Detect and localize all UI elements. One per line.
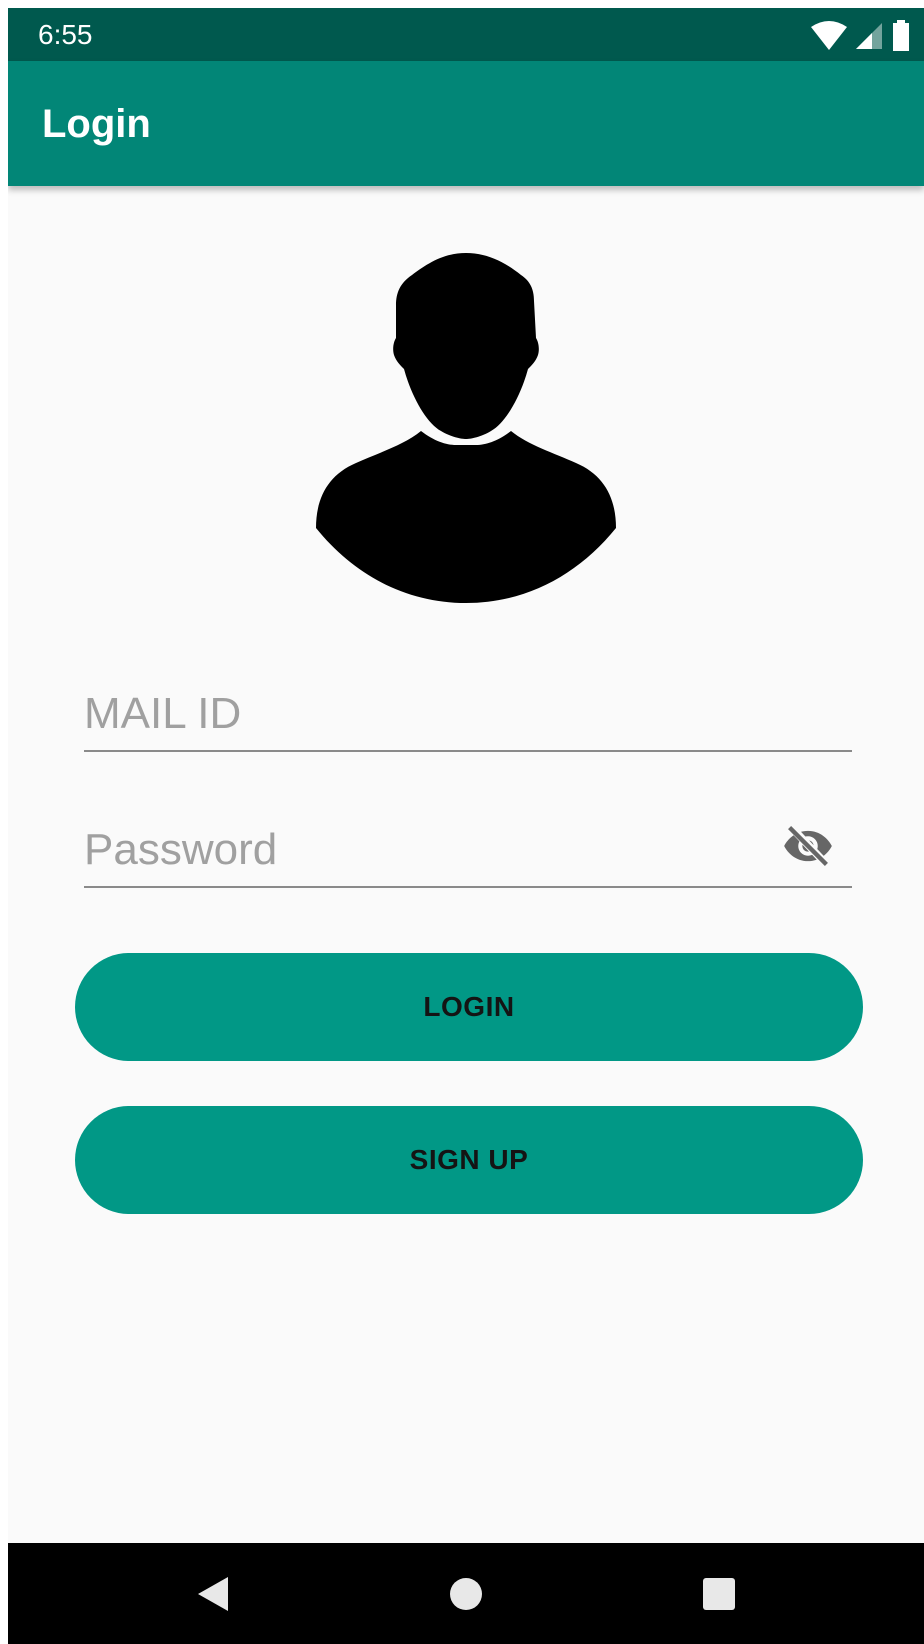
status-bar: 6:55 [8, 8, 924, 61]
page-title: Login [42, 102, 151, 146]
login-button[interactable]: LOGIN [75, 953, 863, 1061]
status-icons [810, 18, 912, 54]
password-field[interactable] [84, 806, 852, 888]
status-time: 6:55 [38, 19, 93, 50]
home-icon[interactable] [441, 1569, 491, 1619]
wifi-icon [811, 21, 847, 50]
mail-id-input[interactable] [84, 686, 764, 742]
visibility-off-icon[interactable] [782, 820, 834, 872]
cellular-signal-icon [856, 23, 882, 49]
recents-icon[interactable] [694, 1569, 744, 1619]
password-input[interactable] [84, 822, 764, 878]
sign-up-button[interactable]: SIGN UP [75, 1106, 863, 1214]
battery-icon [893, 20, 909, 51]
navigation-bar [8, 1543, 924, 1644]
device-screen: 6:55 Login MAIL ID LOGIN SIGN UP [8, 8, 924, 1644]
back-icon[interactable] [188, 1569, 238, 1619]
mail-id-field[interactable] [84, 670, 852, 752]
person-silhouette-icon [316, 253, 616, 603]
app-bar: Login [8, 61, 924, 186]
